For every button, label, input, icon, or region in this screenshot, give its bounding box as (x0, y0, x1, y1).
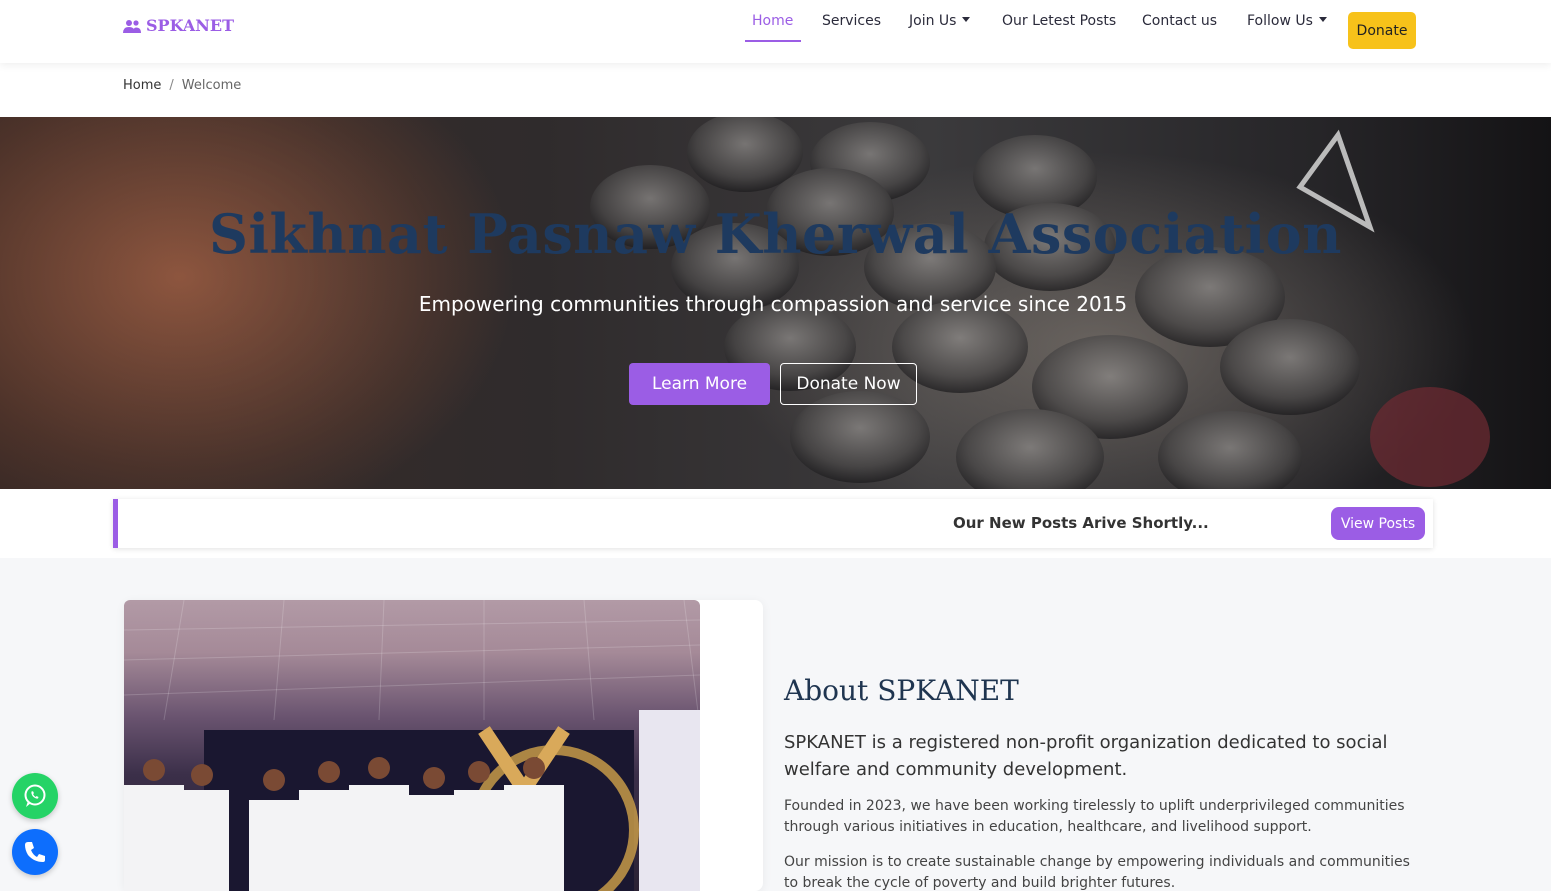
group-photo-image (124, 600, 700, 891)
nav-home[interactable]: Home (752, 13, 793, 29)
view-posts-button[interactable]: View Posts (1331, 507, 1425, 540)
caret-down-icon (962, 17, 971, 22)
whatsapp-button[interactable] (12, 773, 58, 819)
nav-follow-us-label: Follow Us (1247, 13, 1313, 29)
about-paragraph-1: Founded in 2023, we have been working ti… (784, 798, 1405, 835)
nav-latest-posts[interactable]: Our Letest Posts (1002, 13, 1116, 29)
breadcrumb: Home / Welcome (123, 78, 241, 93)
breadcrumb-home[interactable]: Home (123, 78, 161, 93)
active-nav-indicator (745, 40, 801, 42)
nav-join-us[interactable]: Join Us (909, 13, 971, 29)
nav-contact-us[interactable]: Contact us (1142, 13, 1217, 29)
hero-banner: Sikhnat Pasnaw Kherwal Association Empow… (0, 117, 1551, 489)
nav-follow-us[interactable]: Follow Us (1247, 13, 1327, 29)
about-paragraph-2: Our mission is to create sustainable cha… (784, 854, 1410, 891)
hero-subtitle: Empowering communities through compassio… (418, 292, 1128, 316)
news-ticker: Our New Posts Arive Shortly... View Post… (113, 499, 1433, 548)
navbar: SPKANET Home Services Join Us Our Letest… (0, 0, 1551, 63)
call-button[interactable] (12, 829, 58, 875)
ticker-text: Our New Posts Arive Shortly... (953, 514, 1209, 532)
donate-now-button[interactable]: Donate Now (780, 363, 917, 405)
brand-name: SPKANET (146, 16, 234, 35)
breadcrumb-separator: / (169, 78, 174, 93)
about-title: About SPKANET (784, 674, 1019, 707)
news-ticker-section: Our New Posts Arive Shortly... View Post… (0, 489, 1551, 558)
whatsapp-icon (24, 784, 46, 807)
about-photo (124, 600, 700, 891)
hero-title: Sikhnat Pasnaw Kherwal Association (209, 202, 1342, 266)
nav-services[interactable]: Services (822, 13, 881, 29)
breadcrumb-bar: Home / Welcome (0, 63, 1551, 117)
donate-button[interactable]: Donate (1348, 12, 1416, 49)
caret-down-icon (1318, 17, 1327, 22)
brand-logo[interactable]: SPKANET (123, 16, 234, 35)
learn-more-button[interactable]: Learn More (629, 363, 770, 405)
breadcrumb-current: Welcome (181, 78, 242, 93)
about-lead: SPKANET is a registered non-profit organ… (784, 732, 1388, 780)
nav-join-us-label: Join Us (909, 13, 957, 29)
phone-icon (25, 842, 45, 862)
users-icon (123, 19, 141, 33)
